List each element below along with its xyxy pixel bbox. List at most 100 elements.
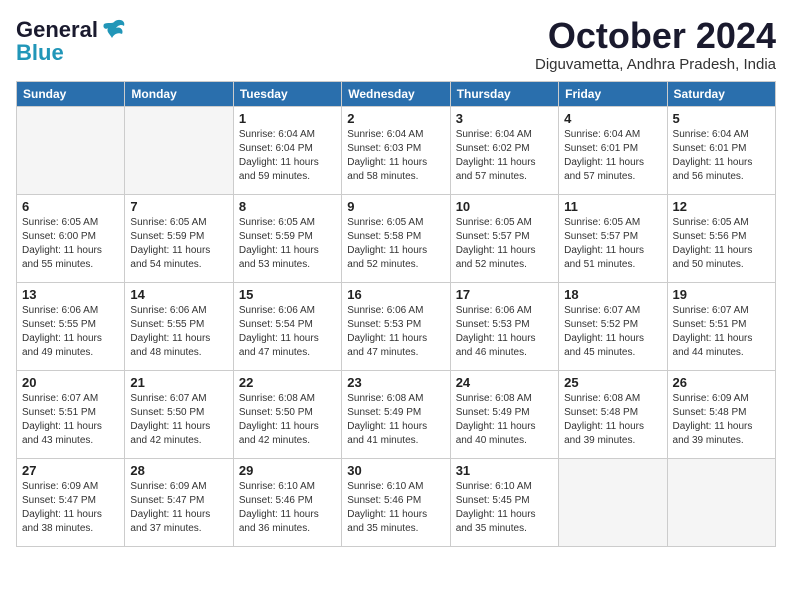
calendar-table: Sunday Monday Tuesday Wednesday Thursday… [16,81,776,547]
day-info: Sunrise: 6:05 AM Sunset: 5:57 PM Dayligh… [564,216,661,272]
day-number: 29 [239,463,336,478]
day-info: Sunrise: 6:06 AM Sunset: 5:53 PM Dayligh… [456,304,553,360]
table-row: 23 Sunrise: 6:08 AM Sunset: 5:49 PM Dayli… [342,370,450,458]
table-row [125,106,233,194]
logo: General Blue [16,16,128,66]
table-row: 30Sunrise: 6:10 AM Sunset: 5:46 PM Dayli… [342,458,450,546]
day-info: Sunrise: 6:05 AM Sunset: 5:56 PM Dayligh… [673,216,770,272]
day-number: 19 [673,287,770,302]
day-number: 17 [456,287,553,302]
table-row [17,106,125,194]
day-info: Sunrise: 6:05 AM Sunset: 5:59 PM Dayligh… [239,216,336,272]
day-info: Sunrise: 6:10 AM Sunset: 5:46 PM Dayligh… [239,480,336,536]
calendar-week-row: 20Sunrise: 6:07 AM Sunset: 5:51 PM Dayli… [17,370,776,458]
day-number: 24 [456,375,553,390]
day-info: Sunrise: 6:10 AM Sunset: 5:45 PM Dayligh… [456,480,553,536]
table-row [559,458,667,546]
calendar-week-row: 6Sunrise: 6:05 AM Sunset: 6:00 PM Daylig… [17,194,776,282]
day-number: 21 [130,375,227,390]
table-row: 25 Sunrise: 6:08 AM Sunset: 5:48 PM Dayli… [559,370,667,458]
table-row: 3Sunrise: 6:04 AM Sunset: 6:02 PM Daylig… [450,106,558,194]
day-info: Sunrise: 6:05 AM Sunset: 5:59 PM Dayligh… [130,216,227,272]
table-row: 12 Sunrise: 6:05 AM Sunset: 5:56 PM Dayli… [667,194,775,282]
day-info: Sunrise: 6:08 AM Sunset: 5:48 PM Dayligh… [564,392,661,448]
calendar-header-row: Sunday Monday Tuesday Wednesday Thursday… [17,81,776,106]
day-number: 20 [22,375,119,390]
day-info: Sunrise: 6:09 AM Sunset: 5:47 PM Dayligh… [22,480,119,536]
day-info: Sunrise: 6:09 AM Sunset: 5:48 PM Dayligh… [673,392,770,448]
header-thursday: Thursday [450,81,558,106]
header-saturday: Saturday [667,81,775,106]
day-number: 27 [22,463,119,478]
table-row: 19 Sunrise: 6:07 AM Sunset: 5:51 PM Dayli… [667,282,775,370]
day-number: 6 [22,199,119,214]
day-info: Sunrise: 6:06 AM Sunset: 5:54 PM Dayligh… [239,304,336,360]
logo-bird-icon [100,16,128,44]
month-title: October 2024 [535,16,776,56]
calendar-week-row: 27 Sunrise: 6:09 AM Sunset: 5:47 PM Dayli… [17,458,776,546]
day-info: Sunrise: 6:07 AM Sunset: 5:52 PM Dayligh… [564,304,661,360]
day-number: 11 [564,199,661,214]
table-row: 11 Sunrise: 6:05 AM Sunset: 5:57 PM Dayli… [559,194,667,282]
table-row: 1Sunrise: 6:04 AM Sunset: 6:04 PM Daylig… [233,106,341,194]
table-row: 5Sunrise: 6:04 AM Sunset: 6:01 PM Daylig… [667,106,775,194]
day-number: 15 [239,287,336,302]
day-info: Sunrise: 6:04 AM Sunset: 6:02 PM Dayligh… [456,128,553,184]
day-info: Sunrise: 6:08 AM Sunset: 5:49 PM Dayligh… [456,392,553,448]
day-number: 28 [130,463,227,478]
table-row: 26 Sunrise: 6:09 AM Sunset: 5:48 PM Dayli… [667,370,775,458]
day-info: Sunrise: 6:04 AM Sunset: 6:03 PM Dayligh… [347,128,444,184]
day-number: 13 [22,287,119,302]
day-info: Sunrise: 6:07 AM Sunset: 5:51 PM Dayligh… [673,304,770,360]
day-number: 30 [347,463,444,478]
day-number: 12 [673,199,770,214]
day-number: 18 [564,287,661,302]
table-row [667,458,775,546]
table-row: 22 Sunrise: 6:08 AM Sunset: 5:50 PM Dayli… [233,370,341,458]
table-row: 20Sunrise: 6:07 AM Sunset: 5:51 PM Dayli… [17,370,125,458]
table-row: 14Sunrise: 6:06 AM Sunset: 5:55 PM Dayli… [125,282,233,370]
table-row: 13Sunrise: 6:06 AM Sunset: 5:55 PM Dayli… [17,282,125,370]
page-header: General Blue October 2024 Diguvametta, A… [16,16,776,73]
day-number: 22 [239,375,336,390]
day-number: 7 [130,199,227,214]
table-row: 9Sunrise: 6:05 AM Sunset: 5:58 PM Daylig… [342,194,450,282]
day-number: 26 [673,375,770,390]
day-number: 16 [347,287,444,302]
title-block: October 2024 Diguvametta, Andhra Pradesh… [535,16,776,73]
day-number: 1 [239,111,336,126]
header-wednesday: Wednesday [342,81,450,106]
day-info: Sunrise: 6:08 AM Sunset: 5:50 PM Dayligh… [239,392,336,448]
table-row: 31 Sunrise: 6:10 AM Sunset: 5:45 PM Dayli… [450,458,558,546]
day-number: 23 [347,375,444,390]
header-monday: Monday [125,81,233,106]
day-info: Sunrise: 6:04 AM Sunset: 6:01 PM Dayligh… [564,128,661,184]
day-number: 4 [564,111,661,126]
table-row: 6Sunrise: 6:05 AM Sunset: 6:00 PM Daylig… [17,194,125,282]
calendar-week-row: 1Sunrise: 6:04 AM Sunset: 6:04 PM Daylig… [17,106,776,194]
table-row: 4 Sunrise: 6:04 AM Sunset: 6:01 PM Daylig… [559,106,667,194]
day-info: Sunrise: 6:09 AM Sunset: 5:47 PM Dayligh… [130,480,227,536]
day-info: Sunrise: 6:08 AM Sunset: 5:49 PM Dayligh… [347,392,444,448]
location-subtitle: Diguvametta, Andhra Pradesh, India [535,56,776,73]
day-number: 9 [347,199,444,214]
header-sunday: Sunday [17,81,125,106]
table-row: 15 Sunrise: 6:06 AM Sunset: 5:54 PM Dayli… [233,282,341,370]
day-info: Sunrise: 6:07 AM Sunset: 5:50 PM Dayligh… [130,392,227,448]
day-number: 25 [564,375,661,390]
table-row: 16 Sunrise: 6:06 AM Sunset: 5:53 PM Dayli… [342,282,450,370]
table-row: 2Sunrise: 6:04 AM Sunset: 6:03 PM Daylig… [342,106,450,194]
day-info: Sunrise: 6:06 AM Sunset: 5:55 PM Dayligh… [130,304,227,360]
table-row: 27 Sunrise: 6:09 AM Sunset: 5:47 PM Dayli… [17,458,125,546]
logo-blue: Blue [16,40,64,66]
header-tuesday: Tuesday [233,81,341,106]
day-info: Sunrise: 6:04 AM Sunset: 6:01 PM Dayligh… [673,128,770,184]
day-info: Sunrise: 6:06 AM Sunset: 5:53 PM Dayligh… [347,304,444,360]
day-number: 31 [456,463,553,478]
table-row: 8 Sunrise: 6:05 AM Sunset: 5:59 PM Daylig… [233,194,341,282]
day-number: 8 [239,199,336,214]
day-number: 10 [456,199,553,214]
table-row: 29 Sunrise: 6:10 AM Sunset: 5:46 PM Dayli… [233,458,341,546]
table-row: 17 Sunrise: 6:06 AM Sunset: 5:53 PM Dayli… [450,282,558,370]
table-row: 21 Sunrise: 6:07 AM Sunset: 5:50 PM Dayli… [125,370,233,458]
